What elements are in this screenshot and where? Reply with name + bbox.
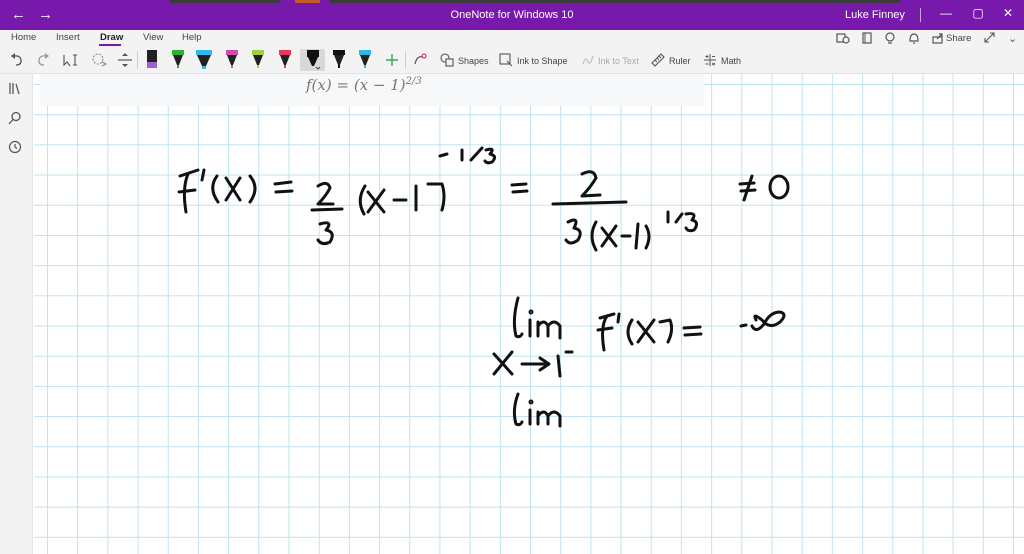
notebooks-icon[interactable] xyxy=(8,82,22,95)
typed-formula[interactable]: f(x) = (x − 1)2/3 xyxy=(306,76,422,94)
shapes-button[interactable]: Shapes xyxy=(458,56,489,66)
bell-icon[interactable] xyxy=(908,32,920,45)
maximize-icon[interactable]: ▢ xyxy=(968,6,988,20)
ruler-icon[interactable] xyxy=(650,49,666,71)
ribbon-collapse-icon[interactable]: ⌄ xyxy=(1008,32,1017,45)
share-icon[interactable] xyxy=(932,32,944,44)
title-divider xyxy=(920,8,921,22)
ink-replay-icon[interactable] xyxy=(412,49,428,71)
tab-help[interactable]: Help xyxy=(182,32,202,43)
toolbar-divider xyxy=(137,51,138,69)
ink-to-text-button: Ink to Text xyxy=(598,56,639,66)
add-space-icon[interactable] xyxy=(116,49,134,71)
undo-icon[interactable] xyxy=(9,49,25,71)
search-icon[interactable] xyxy=(8,111,22,125)
pen-eraser-purple-icon[interactable] xyxy=(144,49,160,71)
pen-lime-icon[interactable] xyxy=(250,49,266,71)
title-bar: ← → OneNote for Windows 10 Luke Finney —… xyxy=(0,0,1024,30)
pen-black-2-icon[interactable] xyxy=(331,49,347,71)
tab-insert[interactable]: Insert xyxy=(56,32,80,43)
taskbar-strip-accent xyxy=(295,0,320,3)
lightbulb-icon[interactable] xyxy=(884,32,896,45)
toolbar-divider xyxy=(405,51,406,69)
type-select-icon[interactable] xyxy=(62,49,80,71)
tab-view[interactable]: View xyxy=(143,32,163,43)
ink-to-shape-button[interactable]: Ink to Shape xyxy=(517,56,568,66)
recent-notes-icon[interactable] xyxy=(8,140,22,154)
ink-to-shape-icon[interactable] xyxy=(498,49,514,71)
notebook-icon[interactable] xyxy=(861,32,873,44)
pen-black-selected[interactable] xyxy=(300,49,325,71)
close-icon[interactable]: ✕ xyxy=(998,6,1018,20)
minimize-icon[interactable]: — xyxy=(936,6,956,20)
tab-draw[interactable]: Draw xyxy=(100,32,123,43)
add-pen-icon[interactable] xyxy=(384,49,400,71)
tab-home[interactable]: Home xyxy=(11,32,36,43)
lasso-select-icon[interactable] xyxy=(90,49,108,71)
sync-icon[interactable] xyxy=(836,32,850,44)
shapes-icon[interactable] xyxy=(439,49,455,71)
formula-exponent: 2/3 xyxy=(405,76,422,87)
math-icon[interactable] xyxy=(702,49,718,71)
formula-base: f(x) = (x − 1) xyxy=(306,76,406,94)
pen-cyan-icon[interactable] xyxy=(357,49,373,71)
ruler-button[interactable]: Ruler xyxy=(669,56,691,66)
pen-black-icon xyxy=(306,50,320,70)
ink-to-text-icon xyxy=(582,55,594,65)
highlighter-cyan-icon[interactable] xyxy=(195,49,213,71)
pen-red-icon[interactable] xyxy=(277,49,293,71)
active-tab-indicator xyxy=(99,44,121,46)
taskbar-strip xyxy=(330,0,900,3)
user-name[interactable]: Luke Finney xyxy=(845,9,905,21)
pen-magenta-icon[interactable] xyxy=(224,49,240,71)
fullscreen-icon[interactable] xyxy=(984,32,995,43)
share-button[interactable]: Share xyxy=(946,33,971,44)
note-canvas[interactable] xyxy=(34,74,1024,554)
redo-icon[interactable] xyxy=(35,49,51,71)
taskbar-strip xyxy=(170,0,280,3)
pen-green-icon[interactable] xyxy=(170,49,186,71)
math-button[interactable]: Math xyxy=(721,56,741,66)
